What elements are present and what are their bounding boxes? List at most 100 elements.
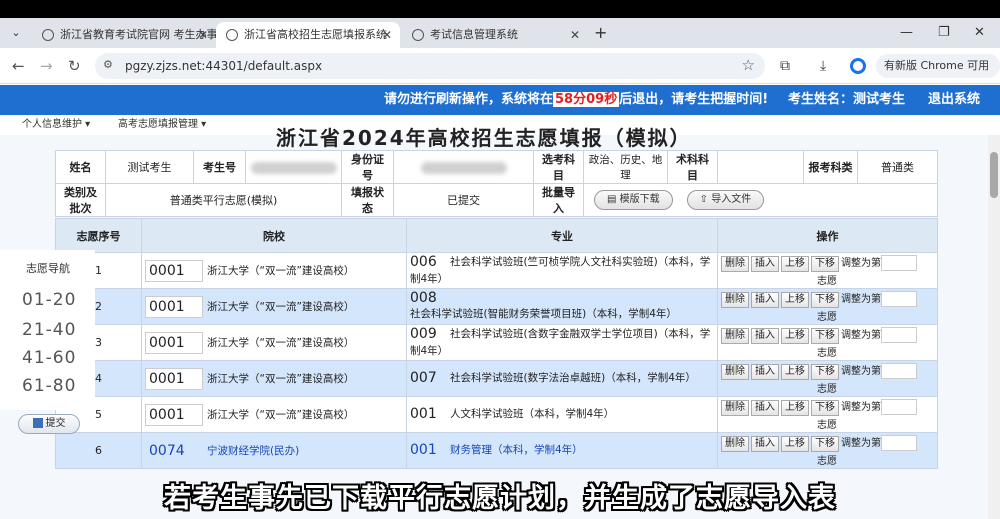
batch-label: 类别及批次	[55, 183, 106, 217]
close-icon[interactable]: ✕	[382, 22, 392, 48]
submit-button[interactable]: 提交	[18, 414, 80, 434]
address-bar[interactable]: ⚙ pgzy.zjzs.net:44301/default.aspx ☆	[95, 53, 765, 79]
redacted-value	[420, 161, 507, 174]
browser-tab-strip: ⌄ 浙江省教育考试院官网 考生办事 ✕ 浙江省高校招生志愿填报系统 ✕ 考试信息…	[0, 18, 1000, 48]
major-code-input[interactable]: 006	[410, 254, 450, 270]
move-down-button[interactable]: 下移	[811, 292, 839, 308]
volunteer-nav-panel: 志愿导航 01-20 21-40 41-60 61-80	[0, 250, 95, 410]
insert-button[interactable]: 插入	[751, 328, 779, 344]
move-up-button[interactable]: 上移	[781, 400, 809, 416]
move-down-button[interactable]: 下移	[811, 436, 839, 452]
insert-button[interactable]: 插入	[751, 436, 779, 452]
insert-button[interactable]: 插入	[751, 400, 779, 416]
table-row: 3 0001 浙江大学（“双一流”建设高校） 009 社会科学试验班(含数字金融双学士学…	[55, 324, 938, 361]
move-down-button[interactable]: 下移	[811, 364, 839, 380]
url-text[interactable]: pgzy.zjzs.net:44301/default.aspx	[125, 53, 322, 79]
minimize-icon[interactable]: —	[900, 22, 913, 44]
plus-icon[interactable]: +	[594, 23, 607, 43]
batch-value: 普通类平行志愿(模拟)	[105, 183, 342, 217]
import-file-button[interactable]: ⇧ 导入文件	[686, 190, 765, 210]
school-code-input[interactable]: 0001	[145, 367, 203, 390]
page-title: 浙江省2024年高校招生志愿填报（模拟）	[276, 126, 692, 150]
nav-range-2[interactable]: 21-40	[22, 320, 76, 340]
nav-range-1[interactable]: 01-20	[22, 290, 76, 310]
site-header: 请勿进行刷新操作，系统将在 58分09秒 后退出，请考生把握时间! 考生姓名：测试考…	[0, 85, 1000, 115]
move-up-button[interactable]: 上移	[781, 256, 809, 272]
school-name: 浙江大学（“双一流”建设高校）	[207, 265, 355, 277]
move-down-button[interactable]: 下移	[811, 256, 839, 272]
seq-number: 3	[95, 336, 102, 349]
menu-personal-info[interactable]: 个人信息维护 ▾	[22, 115, 90, 135]
restore-icon[interactable]: ❐	[938, 22, 950, 44]
browser-tab-3[interactable]: 考试信息管理系统 ✕	[402, 22, 588, 48]
major-code-input[interactable]: 008	[410, 290, 450, 306]
browser-tab-1[interactable]: 浙江省教育考试院官网 考生办事 ✕	[32, 22, 216, 48]
move-up-button[interactable]: 上移	[781, 364, 809, 380]
major-code-input[interactable]: 009	[410, 326, 450, 342]
insert-button[interactable]: 插入	[751, 292, 779, 308]
school-cell: 0001 浙江大学（“双一流”建设高校）	[141, 252, 407, 289]
major-cell: 007 社会科学试验班(数字法治卓越班)（本科，学制4年）	[406, 360, 718, 397]
arrow-right-icon[interactable]: →	[40, 56, 53, 76]
move-up-button[interactable]: 上移	[781, 328, 809, 344]
move-down-button[interactable]: 下移	[811, 328, 839, 344]
school-code-input[interactable]: 0001	[145, 295, 203, 318]
video-top-bar	[0, 0, 1000, 18]
major-code-input[interactable]: 007	[410, 370, 450, 386]
delete-button[interactable]: 删除	[721, 400, 749, 416]
delete-button[interactable]: 删除	[721, 364, 749, 380]
site-info-icon[interactable]: ⚙	[103, 58, 113, 71]
delete-button[interactable]: 删除	[721, 292, 749, 308]
template-download-button[interactable]: ▤ 模版下载	[594, 190, 673, 210]
chevron-down-icon[interactable]: ⌄	[6, 23, 26, 43]
school-code-input[interactable]: 0074	[145, 440, 203, 462]
nav-range-3[interactable]: 41-60	[22, 348, 76, 368]
adjust-position-input[interactable]	[881, 291, 917, 307]
school-code-input[interactable]: 0001	[145, 403, 203, 426]
subjects-label: 选考科目	[533, 150, 584, 184]
puzzle-icon[interactable]: ⧉	[780, 58, 790, 74]
move-up-button[interactable]: 上移	[781, 436, 809, 452]
close-icon[interactable]: ✕	[570, 22, 580, 48]
adjust-position-input[interactable]	[881, 363, 917, 379]
delete-button[interactable]: 删除	[721, 436, 749, 452]
move-down-button[interactable]: 下移	[811, 400, 839, 416]
update-chrome-button[interactable]: 有新版 Chrome 可用 ⋮	[876, 54, 1000, 96]
nav-range-4[interactable]: 61-80	[22, 376, 76, 396]
ops-cell: 删除 插入 上移 下移 调整为第 志愿	[717, 324, 938, 361]
school-code-input[interactable]: 0001	[145, 259, 203, 282]
star-icon[interactable]: ☆	[742, 56, 755, 74]
adjust-prefix: 调整为第	[841, 402, 881, 413]
adjust-position-input[interactable]	[881, 255, 917, 271]
logout-link[interactable]: 退出系统	[928, 85, 980, 115]
close-icon[interactable]: ✕	[198, 22, 208, 48]
major-cell: 009 社会科学试验班(含数字金融双学士学位项目)（本科，学制4年）	[406, 324, 718, 361]
adjust-position-input[interactable]	[881, 399, 917, 415]
school-code-input[interactable]: 0001	[145, 331, 203, 354]
table-row: 4 0001 浙江大学（“双一流”建设高校） 007 社会科学试验班(数字法治卓越班)（…	[55, 360, 938, 397]
download-icon[interactable]: ⤓	[820, 58, 826, 74]
major-code-input[interactable]: 001	[410, 442, 450, 458]
seq-number: 2	[95, 300, 102, 313]
school-name: 浙江大学（“双一流”建设高校）	[207, 409, 355, 421]
school-cell: 0001 浙江大学（“双一流”建设高校）	[141, 288, 407, 325]
video-caption: 若考生事先已下载平行志愿计划，并生成了志愿导入表	[164, 483, 836, 514]
arrow-left-icon[interactable]: ←	[12, 56, 25, 76]
adjust-position-input[interactable]	[881, 435, 917, 451]
move-up-button[interactable]: 上移	[781, 292, 809, 308]
seq-number: 4	[95, 372, 102, 385]
adjust-suffix: 志愿	[817, 276, 837, 287]
major-code-input[interactable]: 001	[410, 406, 450, 422]
adjust-position-input[interactable]	[881, 327, 917, 343]
delete-button[interactable]: 删除	[721, 256, 749, 272]
insert-button[interactable]: 插入	[751, 364, 779, 380]
delete-button[interactable]: 删除	[721, 328, 749, 344]
insert-button[interactable]: 插入	[751, 256, 779, 272]
reload-icon[interactable]: ↻	[68, 56, 81, 76]
profile-icon[interactable]	[850, 58, 866, 74]
scrollbar-thumb[interactable]	[990, 152, 998, 198]
redacted-value	[250, 161, 337, 174]
browser-tab-2[interactable]: 浙江省高校招生志愿填报系统 ✕	[216, 22, 400, 48]
menu-volunteer-management[interactable]: 高考志愿填报管理 ▾	[118, 115, 206, 135]
close-window-icon[interactable]: ✕	[974, 22, 985, 44]
